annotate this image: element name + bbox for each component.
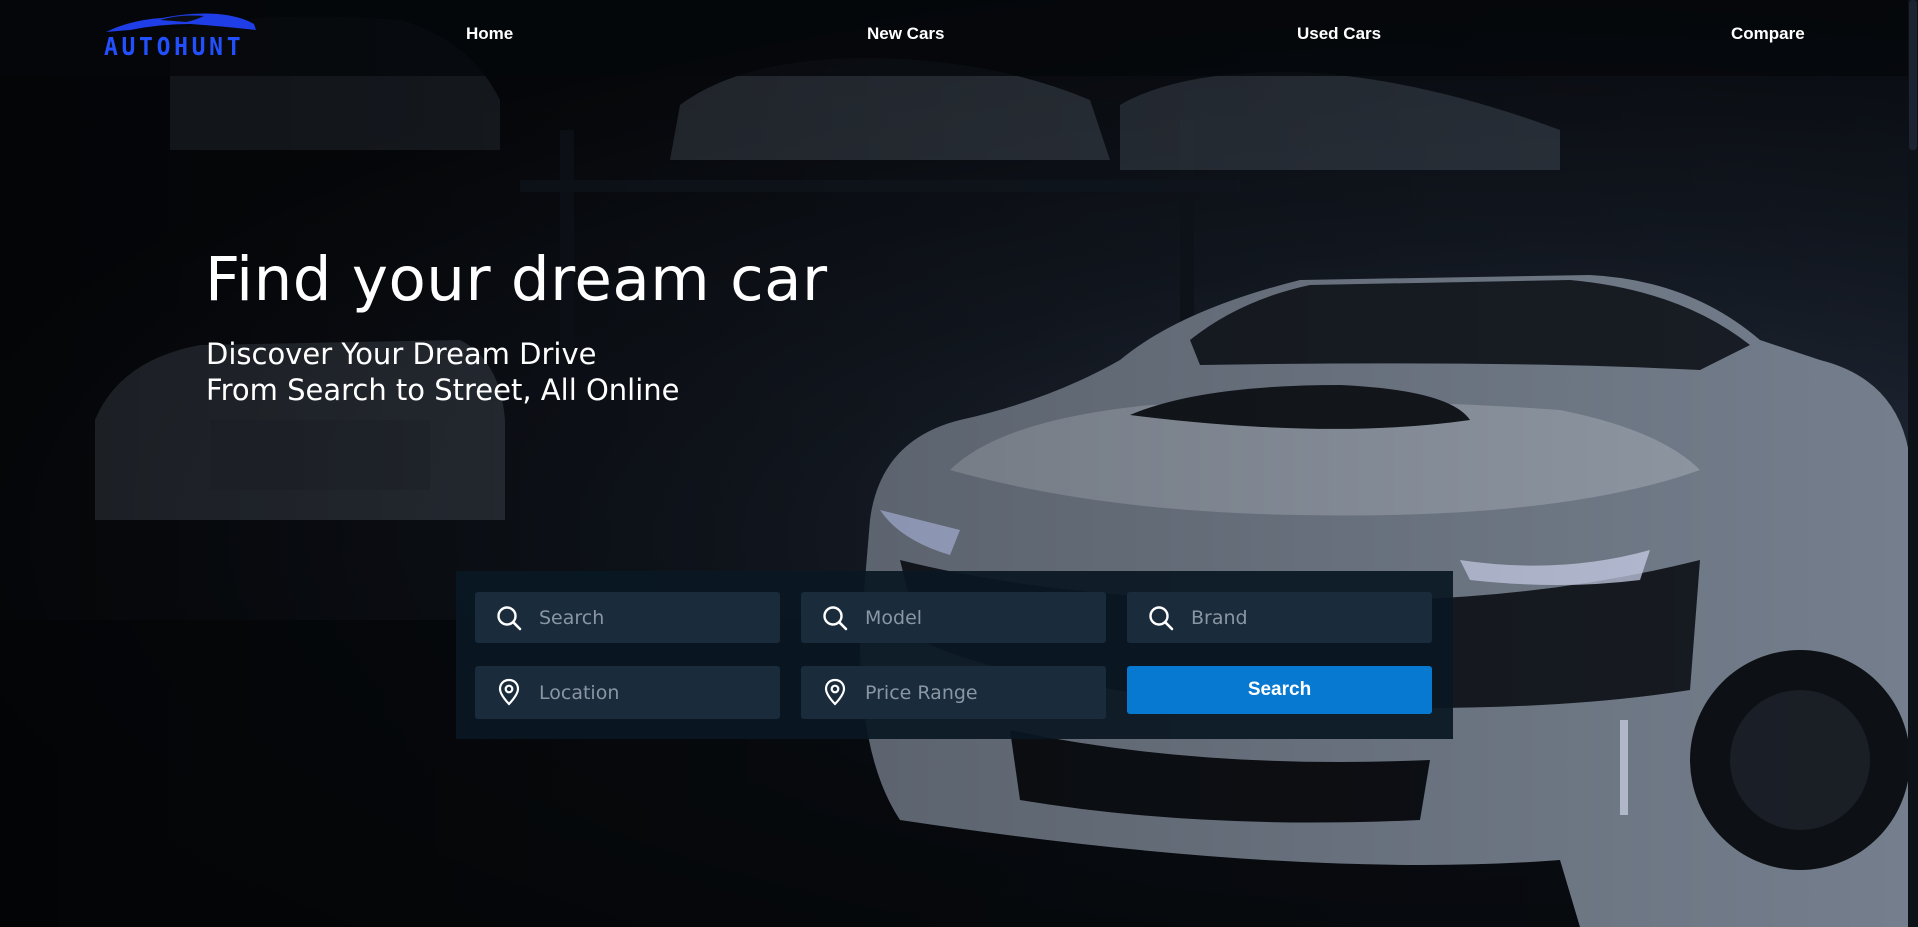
brand-input[interactable] xyxy=(1191,592,1421,643)
car-search-panel: Search xyxy=(456,571,1453,739)
vertical-scrollbar[interactable] xyxy=(1908,0,1918,927)
search-field[interactable] xyxy=(475,592,780,643)
price-range-input[interactable] xyxy=(865,666,1095,719)
autohunt-logo[interactable]: AUTOHUNT xyxy=(100,10,260,61)
hero-background-image xyxy=(0,0,1918,927)
location-field[interactable] xyxy=(475,666,780,719)
scrollbar-thumb[interactable] xyxy=(1909,0,1917,150)
nav-link-compare[interactable]: Compare xyxy=(1731,24,1805,44)
hero-subtitle-line-1: Discover Your Dream Drive xyxy=(206,337,597,371)
hero-subtitle: Discover Your Dream Drive From Search to… xyxy=(206,336,680,408)
search-icon xyxy=(497,606,522,631)
hero-title: Find your dream car xyxy=(205,244,828,315)
search-input[interactable] xyxy=(539,592,769,643)
brand-field[interactable] xyxy=(1127,592,1432,643)
location-input[interactable] xyxy=(539,666,769,719)
model-field[interactable] xyxy=(801,592,1106,643)
model-input[interactable] xyxy=(865,592,1095,643)
nav-link-home[interactable]: Home xyxy=(466,24,513,44)
price-range-field[interactable] xyxy=(801,666,1106,719)
map-pin-icon xyxy=(824,678,846,706)
logo-wordmark: AUTOHUNT xyxy=(104,32,245,61)
search-button[interactable]: Search xyxy=(1127,666,1432,714)
nav-link-used-cars[interactable]: Used Cars xyxy=(1297,24,1381,44)
background-overlay xyxy=(0,0,1918,927)
map-pin-icon xyxy=(498,678,520,706)
search-icon xyxy=(1149,606,1174,631)
top-navbar: AUTOHUNT Home New Cars Used Cars Compare xyxy=(0,0,1908,76)
search-icon xyxy=(823,606,848,631)
nav-link-new-cars[interactable]: New Cars xyxy=(867,24,944,44)
hero-subtitle-line-2: From Search to Street, All Online xyxy=(206,373,680,407)
